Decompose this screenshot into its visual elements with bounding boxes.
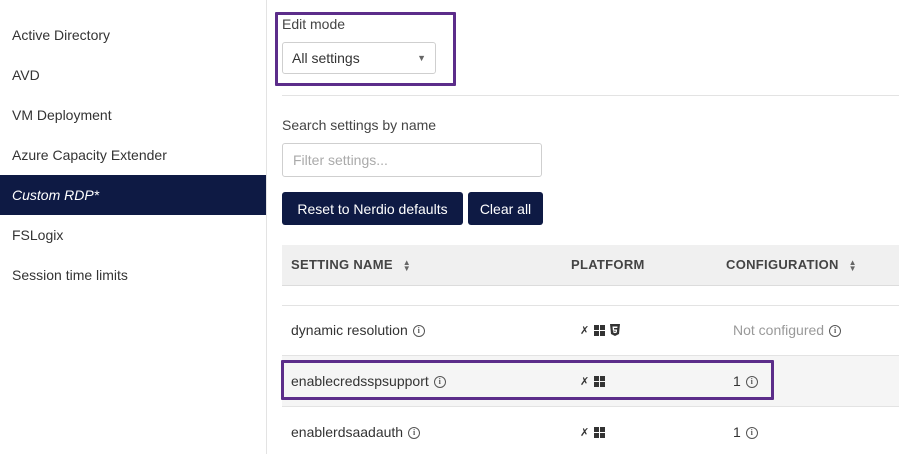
platform-cell: ✗: [580, 356, 606, 406]
sidebar-item-avd[interactable]: AVD: [0, 55, 266, 95]
info-icon[interactable]: i: [408, 427, 421, 440]
windows-icon: [594, 426, 606, 438]
setting-name-cell: enablecredsspsupport i: [291, 356, 446, 406]
sidebar-item-fslogix[interactable]: FSLogix: [0, 215, 266, 255]
sort-icon[interactable]: ▲ ▼: [849, 258, 857, 272]
platform-cell: ✗: [580, 407, 606, 457]
reset-to-defaults-button[interactable]: Reset to Nerdio defaults: [282, 192, 463, 225]
caret-down-icon: ▼: [417, 53, 426, 63]
x-icon: ✗: [580, 375, 590, 388]
sidebar-item-azure-capacity-extender[interactable]: Azure Capacity Extender: [0, 135, 266, 175]
setting-name-cell: dynamic resolution i: [291, 305, 425, 355]
platform-cell: ✗: [580, 305, 621, 355]
setting-name-cell: enablerdsaadauth i: [291, 407, 421, 457]
edit-mode-selected-value: All settings: [292, 50, 360, 66]
column-header-configuration[interactable]: CONFIGURATION ▲ ▼: [726, 245, 857, 285]
configuration-cell: Not configured i: [733, 305, 842, 355]
edit-mode-select[interactable]: All settings ▼: [282, 42, 436, 74]
clear-all-button[interactable]: Clear all: [468, 192, 543, 225]
configuration-cell: 1i: [733, 407, 758, 457]
table-row[interactable]: enablerdsaadauth i ✗ 1i: [282, 407, 899, 454]
configuration-cell: 1i: [733, 356, 758, 406]
configuration-value: Not configured: [733, 322, 825, 338]
sidebar: Active Directory AVD VM Deployment Azure…: [0, 0, 267, 454]
sidebar-item-custom-rdp[interactable]: Custom RDP*: [0, 175, 266, 215]
column-header-setting-name-label: SETTING NAME: [291, 257, 393, 272]
x-icon: ✗: [580, 324, 590, 337]
configuration-value: 1: [733, 424, 741, 440]
filter-settings-input[interactable]: [282, 143, 542, 177]
column-header-platform: PLATFORM: [571, 257, 645, 272]
configuration-value: 1: [733, 373, 741, 389]
column-header-configuration-label: CONFIGURATION: [726, 257, 839, 272]
sidebar-item-vm-deployment[interactable]: VM Deployment: [0, 95, 266, 135]
column-header-setting-name[interactable]: SETTING NAME ▲ ▼: [291, 245, 411, 285]
windows-icon: [594, 375, 606, 387]
x-icon: ✗: [580, 426, 590, 439]
sidebar-item-active-directory[interactable]: Active Directory: [0, 15, 266, 55]
setting-name: enablerdsaadauth: [291, 424, 404, 440]
setting-name: dynamic resolution: [291, 322, 408, 338]
info-icon[interactable]: i: [745, 376, 758, 389]
sort-icon[interactable]: ▲ ▼: [403, 258, 411, 272]
html5-icon: [610, 324, 621, 336]
setting-name: enablecredsspsupport: [291, 373, 429, 389]
windows-icon: [594, 324, 606, 336]
search-label: Search settings by name: [282, 117, 437, 133]
table-row[interactable]: dynamic resolution i ✗ Not configured i: [282, 305, 899, 356]
table-row-partial: [282, 285, 899, 306]
edit-mode-label: Edit mode: [282, 16, 346, 32]
info-icon[interactable]: i: [433, 376, 446, 389]
info-icon[interactable]: i: [745, 427, 758, 440]
table-row[interactable]: enablecredsspsupport i ✗ 1i: [282, 356, 899, 407]
table-header: SETTING NAME ▲ ▼ PLATFORM CONFIGURATION ▲…: [282, 245, 899, 286]
divider: [282, 95, 899, 96]
info-icon[interactable]: i: [412, 325, 425, 338]
sidebar-item-session-time-limits[interactable]: Session time limits: [0, 255, 266, 295]
info-icon[interactable]: i: [829, 325, 842, 338]
